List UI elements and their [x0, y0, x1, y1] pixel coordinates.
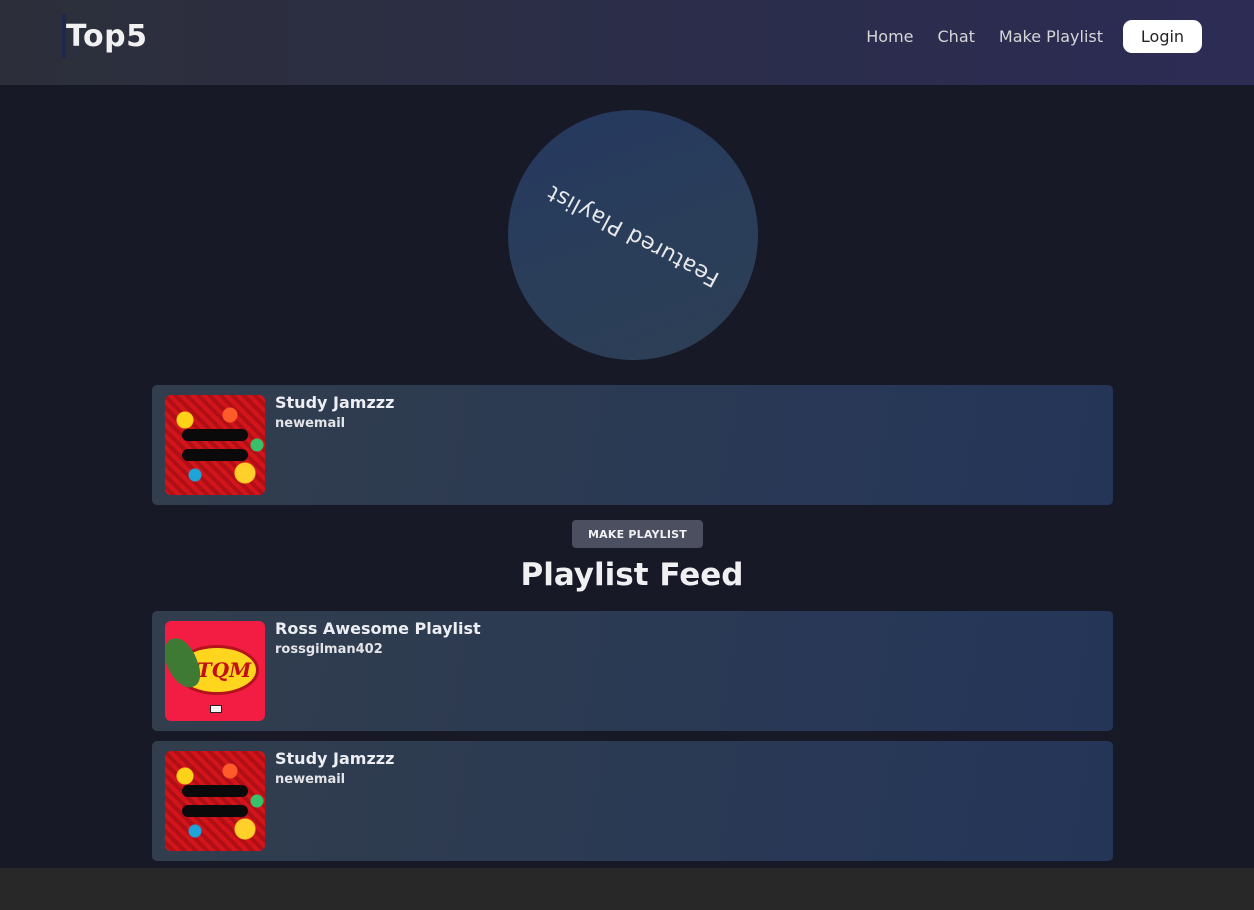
- login-button[interactable]: Login: [1123, 20, 1202, 53]
- playlist-author: newemail: [275, 416, 346, 431]
- tqm-album-cover-icon: TQM: [165, 621, 265, 721]
- featured-playlist-badge: Featured Playlist: [508, 110, 758, 360]
- equals-album-cover-icon: [165, 751, 265, 851]
- brand-name: Top5: [66, 18, 148, 54]
- playlist-title: Study Jamzzz: [275, 393, 395, 412]
- footer: [0, 868, 1254, 910]
- playlist-title: Ross Awesome Playlist: [275, 619, 481, 638]
- main-content: Featured Playlist Study Jamzzz newemail …: [0, 85, 1254, 868]
- playlist-author: newemail: [275, 772, 346, 787]
- featured-playlist-label: Featured Playlist: [542, 179, 724, 291]
- nav-link-home[interactable]: Home: [866, 27, 913, 46]
- playlist-feed-heading: Playlist Feed: [520, 557, 744, 593]
- nav-link-make-playlist[interactable]: Make Playlist: [999, 27, 1103, 46]
- nav-links: Home Chat Make Playlist Login: [842, 20, 1202, 53]
- featured-playlist-card[interactable]: Study Jamzzz newemail: [152, 385, 1113, 505]
- equals-album-cover-icon: [165, 395, 265, 495]
- feed-playlist-card[interactable]: TQM Ross Awesome Playlist rossgilman402: [152, 611, 1113, 731]
- playlist-title: Study Jamzzz: [275, 749, 395, 768]
- feed-playlist-card[interactable]: Study Jamzzz newemail: [152, 741, 1113, 861]
- make-playlist-button[interactable]: MAKE PLAYLIST: [572, 520, 703, 548]
- brand-logo[interactable]: Top5: [62, 14, 147, 58]
- playlist-author: rossgilman402: [275, 642, 383, 657]
- nav-link-chat[interactable]: Chat: [938, 27, 975, 46]
- navbar: Top5 Home Chat Make Playlist Login: [0, 0, 1254, 85]
